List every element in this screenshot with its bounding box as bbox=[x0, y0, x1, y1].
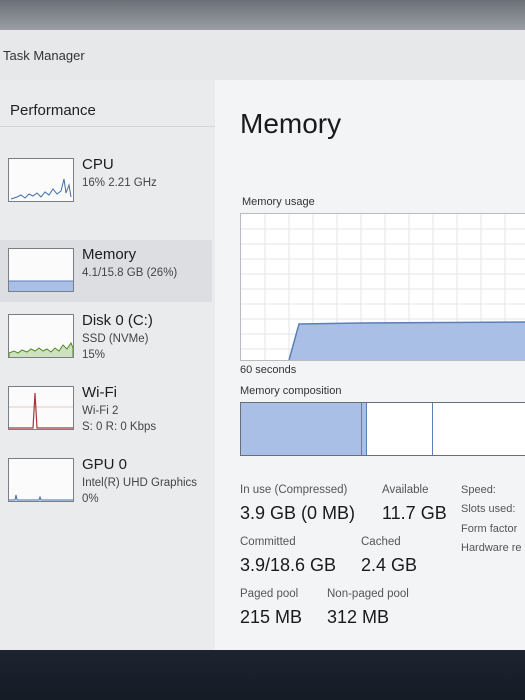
section-title: Performance bbox=[10, 102, 96, 119]
taskbar-area bbox=[0, 650, 525, 700]
wifi-graph-icon bbox=[8, 386, 74, 430]
memory-detail-panel: Memory Memory usage 60 seconds Memory co… bbox=[215, 80, 525, 650]
speed-label: Speed: bbox=[461, 484, 496, 496]
task-manager-window: Task Manager Performance CPU 16% 2.21 GH… bbox=[0, 30, 525, 650]
monitor-bezel-top bbox=[0, 0, 525, 30]
performance-sidebar: Performance CPU 16% 2.21 GHz Memory 4.1/… bbox=[0, 80, 215, 650]
non-paged-pool-value: 312 MB bbox=[327, 607, 390, 627]
paged-pool-label: Paged pool bbox=[240, 588, 299, 600]
in-use-label: In use (Compressed) bbox=[240, 484, 348, 496]
hardware-reserved-label: Hardware re bbox=[461, 542, 522, 554]
memory-composition-bar bbox=[240, 402, 525, 456]
memory-usage-graph bbox=[240, 213, 525, 361]
memory-usage-label: Memory usage bbox=[242, 196, 315, 208]
sidebar-item-detail: SSD (NVMe) bbox=[82, 333, 149, 345]
form-factor-label: Form factor bbox=[461, 523, 518, 535]
sidebar-item-label: GPU 0 bbox=[82, 456, 128, 473]
title-bar: Task Manager bbox=[0, 30, 525, 80]
sidebar-item-gpu[interactable]: GPU 0 Intel(R) UHD Graphics 0% bbox=[0, 450, 212, 512]
sidebar-item-detail: 16% 2.21 GHz bbox=[82, 177, 157, 189]
sidebar-item-detail-2: 15% bbox=[82, 349, 106, 361]
sidebar-item-detail: Intel(R) UHD Graphics bbox=[82, 477, 198, 489]
sidebar-item-wifi[interactable]: Wi-Fi Wi-Fi 2 S: 0 R: 0 Kbps bbox=[0, 378, 212, 440]
disk-graph-icon bbox=[8, 314, 74, 358]
paged-pool-value: 215 MB bbox=[240, 607, 303, 627]
available-label: Available bbox=[382, 484, 429, 496]
sidebar-item-label: Disk 0 (C:) bbox=[82, 312, 153, 329]
sidebar-item-detail: Wi-Fi 2 bbox=[82, 405, 119, 417]
in-use-segment bbox=[241, 403, 362, 455]
cached-value: 2.4 GB bbox=[361, 555, 418, 575]
sidebar-item-label: Memory bbox=[82, 246, 137, 263]
gpu-graph-icon bbox=[8, 458, 74, 502]
standby-divider bbox=[432, 403, 433, 455]
memory-composition-label: Memory composition bbox=[240, 385, 342, 397]
sidebar-item-detail-2: S: 0 R: 0 Kbps bbox=[82, 421, 157, 433]
sidebar-item-label: Wi-Fi bbox=[82, 384, 117, 401]
sidebar-item-memory[interactable]: Memory 4.1/15.8 GB (26%) bbox=[0, 240, 212, 302]
committed-label: Committed bbox=[240, 536, 296, 548]
sidebar-item-detail-2: 0% bbox=[82, 493, 99, 505]
memory-graph-icon bbox=[8, 248, 74, 292]
sidebar-item-label: CPU bbox=[82, 156, 114, 173]
cached-label: Cached bbox=[361, 536, 401, 548]
cpu-graph-icon bbox=[8, 158, 74, 202]
page-title: Memory bbox=[240, 108, 342, 139]
committed-value: 3.9/18.6 GB bbox=[240, 555, 337, 575]
modified-segment bbox=[362, 403, 367, 455]
sidebar-item-cpu[interactable]: CPU 16% 2.21 GHz bbox=[0, 150, 212, 212]
available-value: 11.7 GB bbox=[382, 503, 447, 523]
time-axis-label: 60 seconds bbox=[240, 364, 297, 376]
section-divider bbox=[0, 126, 215, 127]
window-title: Task Manager bbox=[3, 48, 85, 63]
sidebar-item-detail: 4.1/15.8 GB (26%) bbox=[82, 267, 178, 279]
non-paged-pool-label: Non-paged pool bbox=[327, 588, 409, 600]
in-use-value: 3.9 GB (0 MB) bbox=[240, 503, 356, 523]
slots-used-label: Slots used: bbox=[461, 503, 516, 515]
sidebar-item-disk[interactable]: Disk 0 (C:) SSD (NVMe) 15% bbox=[0, 306, 212, 368]
